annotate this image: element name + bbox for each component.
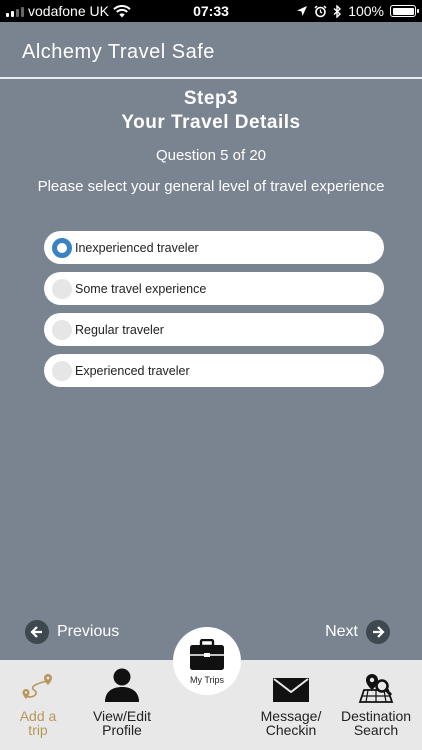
arrow-right-icon [366,620,390,644]
step-title: Step3 [183,88,239,109]
radio-unselected-icon[interactable] [52,278,72,299]
map-search-icon [358,674,394,703]
option-inexperienced[interactable]: Inexperienced traveler [44,231,384,264]
destination-label-line2: Search [353,722,399,738]
question-text: Please select your general level of trav… [37,178,385,195]
option-experienced[interactable]: Experienced traveler [44,354,384,387]
my-trips-button[interactable]: My Trips [173,627,241,695]
bluetooth-icon [333,4,342,18]
message-label-line2: Checkin [265,722,317,738]
arrow-left-icon [25,620,49,644]
app-title: Alchemy Travel Safe [22,41,215,63]
person-icon [105,668,139,702]
location-arrow-icon [297,6,308,16]
option-label: Regular traveler [75,322,164,337]
add-trip-label-line1: Add a [19,708,57,724]
status-right: 100% [296,0,419,22]
option-regular[interactable]: Regular traveler [44,313,384,346]
status-bar: vodafone UK 07:33 100% [0,0,422,22]
option-label: Inexperienced traveler [75,240,199,255]
battery-percent: 100% [348,3,384,19]
radio-unselected-icon[interactable] [52,360,72,381]
previous-button[interactable]: Previous [25,620,119,644]
tab-profile[interactable]: View/Edit Profile [82,660,162,750]
section-title: Your Travel Details [121,112,301,133]
message-label-line1: Message/ [260,708,322,724]
option-some-experience[interactable]: Some travel experience [44,272,384,305]
add-trip-label-line2: trip [28,722,48,738]
tab-message-checkin[interactable]: Message/ Checkin [256,660,326,750]
my-trips-label: My Trips [189,675,224,685]
answer-options: Inexperienced traveler Some travel exper… [44,231,384,395]
next-label: Next [325,623,358,640]
tab-add-trip[interactable]: Add a trip [8,660,68,750]
tab-destination-search[interactable]: Destination Search [338,660,414,750]
battery-icon [390,5,419,17]
previous-label: Previous [57,623,120,640]
question-counter: Question 5 of 20 [155,147,267,164]
profile-label-line1: View/Edit [92,708,152,724]
destination-label-line1: Destination [340,708,412,724]
envelope-icon [273,678,309,702]
radio-unselected-icon[interactable] [52,319,72,340]
route-pin-icon [22,674,52,699]
next-button[interactable]: Next [325,620,390,644]
profile-label-line2: Profile [102,722,142,738]
option-label: Experienced traveler [75,363,190,378]
alarm-icon [314,4,327,17]
option-label: Some travel experience [75,281,207,296]
radio-selected-icon[interactable] [52,237,72,258]
briefcase-icon [190,639,224,670]
app-header: Alchemy Travel Safe [0,22,422,79]
